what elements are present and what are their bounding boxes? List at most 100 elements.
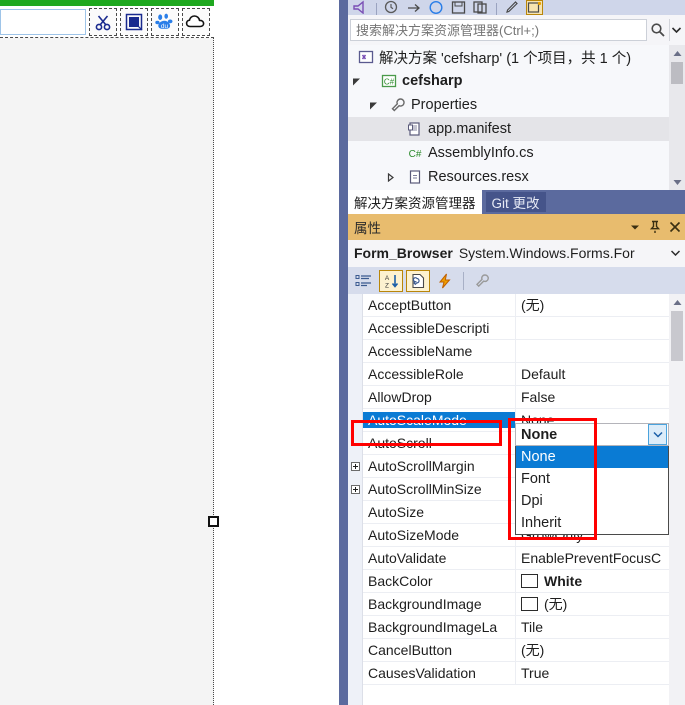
- property-value[interactable]: Default: [515, 362, 669, 386]
- scroll-down-icon[interactable]: [669, 174, 685, 190]
- alphabetical-sort-button[interactable]: A Z: [379, 269, 403, 292]
- property-name[interactable]: AccessibleDescripti: [363, 320, 515, 336]
- property-name[interactable]: AutoScroll: [363, 435, 515, 451]
- property-value[interactable]: EnablePreventFocusC: [515, 546, 669, 570]
- property-value[interactable]: False: [515, 385, 669, 409]
- property-value[interactable]: [515, 339, 669, 363]
- property-name[interactable]: AutoSizeMode: [363, 527, 515, 543]
- megaphone-icon[interactable]: [352, 0, 369, 15]
- property-name[interactable]: AutoScrollMargin: [363, 458, 515, 474]
- tree-item-properties-folder[interactable]: Properties: [348, 93, 669, 117]
- capture-text-input[interactable]: [0, 8, 86, 35]
- property-value[interactable]: (无): [515, 638, 669, 662]
- clock-icon[interactable]: [384, 0, 401, 15]
- property-value[interactable]: White: [515, 569, 669, 593]
- property-row[interactable]: BackColor White: [348, 569, 669, 593]
- tree-item-app-manifest[interactable]: app.manifest: [348, 117, 669, 141]
- property-row[interactable]: AccessibleRole Default: [348, 362, 669, 386]
- property-value[interactable]: (无): [515, 592, 669, 616]
- toolbar-separator: [463, 271, 464, 290]
- property-name[interactable]: AllowDrop: [363, 389, 515, 405]
- property-row[interactable]: AllowDrop False: [348, 385, 669, 409]
- magnifier-icon[interactable]: [647, 19, 669, 41]
- property-name[interactable]: CausesValidation: [363, 665, 515, 681]
- property-row[interactable]: BackgroundImage (无): [348, 592, 669, 616]
- properties-panel-header: 属性: [348, 214, 685, 240]
- dropdown-option[interactable]: Font: [516, 468, 668, 490]
- property-name[interactable]: BackColor: [363, 573, 515, 589]
- pin-icon[interactable]: [645, 216, 665, 238]
- save-icon[interactable]: [450, 0, 467, 15]
- dropdown-option[interactable]: Inherit: [516, 512, 668, 534]
- dropdown-option[interactable]: Dpi: [516, 490, 668, 512]
- solution-explorer-search-input[interactable]: [350, 19, 647, 41]
- property-name[interactable]: AccessibleRole: [363, 366, 515, 382]
- expand-plus-icon[interactable]: [350, 461, 360, 471]
- twisty-expanded-icon[interactable]: [348, 77, 365, 86]
- property-row[interactable]: BackgroundImageLa Tile: [348, 615, 669, 639]
- property-name[interactable]: AutoScaleMode: [363, 412, 515, 428]
- property-value[interactable]: Tile: [515, 615, 669, 639]
- search-options-chevron-down-icon[interactable]: [669, 19, 683, 41]
- capture-resize-handle[interactable]: [208, 516, 219, 527]
- tab-solution-explorer[interactable]: 解决方案资源管理器: [348, 190, 482, 214]
- circle-icon[interactable]: [428, 0, 445, 15]
- tree-item-resources-resx[interactable]: Resources.resx: [348, 165, 669, 189]
- property-row-gutter: [348, 615, 363, 639]
- events-view-button[interactable]: [433, 270, 457, 292]
- property-row[interactable]: CausesValidation True: [348, 661, 669, 685]
- tab-git-changes[interactable]: Git 更改: [485, 192, 546, 212]
- property-name[interactable]: AcceptButton: [363, 297, 515, 313]
- property-row-gutter: [348, 569, 363, 593]
- window-icon[interactable]: [526, 0, 543, 15]
- property-value[interactable]: [515, 316, 669, 340]
- property-grid-scrollbar[interactable]: [669, 294, 685, 705]
- property-name[interactable]: AccessibleName: [363, 343, 515, 359]
- object-selector-chevron-down-icon[interactable]: [668, 240, 682, 266]
- scroll-up-icon[interactable]: [669, 294, 685, 310]
- property-value[interactable]: (无): [515, 294, 669, 317]
- tree-item-cefsharp-project[interactable]: C# cefsharp: [348, 69, 669, 93]
- twisty-expanded-icon[interactable]: [365, 101, 382, 110]
- property-name[interactable]: AutoSize: [363, 504, 515, 520]
- cloud-upload-icon[interactable]: [182, 7, 210, 36]
- combo-chevron-down-icon[interactable]: [648, 424, 667, 445]
- baidu-logo-icon[interactable]: du: [151, 7, 179, 36]
- dropdown-option[interactable]: None: [516, 446, 668, 468]
- solution-explorer-tree[interactable]: 解决方案 'cefsharp' (1 个项目，共 1 个) C# cefshar…: [348, 45, 669, 190]
- property-name[interactable]: BackgroundImage: [363, 596, 515, 612]
- property-value[interactable]: True: [515, 661, 669, 685]
- autoscalemode-dropdown-list[interactable]: None Font Dpi Inherit: [515, 446, 669, 535]
- property-row[interactable]: AcceptButton (无): [348, 294, 669, 317]
- property-name[interactable]: BackgroundImageLa: [363, 619, 515, 635]
- autoscalemode-combo-editor[interactable]: None: [515, 423, 669, 446]
- cut-icon[interactable]: [89, 7, 117, 36]
- property-pages-button[interactable]: [470, 270, 494, 292]
- pencil-icon[interactable]: [504, 0, 521, 15]
- scroll-up-icon[interactable]: [669, 45, 685, 61]
- close-icon[interactable]: [665, 216, 685, 238]
- property-row[interactable]: AccessibleName: [348, 339, 669, 363]
- tree-item-solution[interactable]: 解决方案 'cefsharp' (1 个项目，共 1 个): [348, 45, 669, 69]
- solution-explorer-scrollbar[interactable]: [669, 45, 685, 190]
- twisty-collapsed-icon[interactable]: [382, 172, 399, 182]
- property-name[interactable]: CancelButton: [363, 642, 515, 658]
- property-row[interactable]: AccessibleDescripti: [348, 316, 669, 340]
- property-name[interactable]: AutoScrollMinSize: [363, 481, 515, 497]
- property-row-gutter: [348, 592, 363, 616]
- property-row[interactable]: CancelButton (无): [348, 638, 669, 662]
- property-row[interactable]: AutoValidate EnablePreventFocusC: [348, 546, 669, 570]
- properties-view-button[interactable]: [406, 269, 430, 292]
- properties-object-selector[interactable]: Form_Browser System.Windows.Forms.For: [348, 240, 685, 266]
- expand-plus-icon[interactable]: [350, 484, 360, 494]
- dropdown-menu-icon[interactable]: [625, 216, 645, 238]
- property-name[interactable]: AutoValidate: [363, 550, 515, 566]
- property-grid[interactable]: AcceptButton (无) AccessibleDescripti Access…: [348, 294, 685, 705]
- tree-item-assemblyinfo-cs[interactable]: C# AssemblyInfo.cs: [348, 141, 669, 165]
- arrow-right-icon[interactable]: [406, 0, 423, 15]
- scrollbar-thumb[interactable]: [671, 311, 683, 361]
- select-region-icon[interactable]: [120, 7, 148, 36]
- categorized-view-button[interactable]: [352, 270, 376, 292]
- scrollbar-thumb[interactable]: [671, 62, 683, 84]
- copy-icon[interactable]: [472, 0, 489, 15]
